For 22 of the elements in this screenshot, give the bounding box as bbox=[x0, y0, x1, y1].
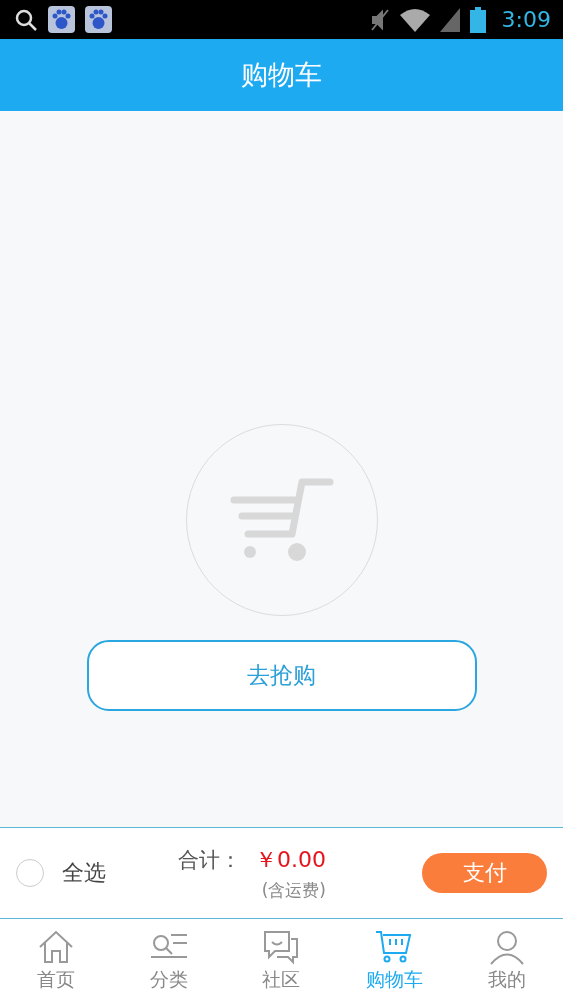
select-all-label: 全选 bbox=[62, 859, 106, 887]
nav-tab[interactable]: 首页 bbox=[0, 919, 113, 1002]
paw-app-icon bbox=[48, 6, 75, 33]
nav-tab[interactable]: 分类 bbox=[112, 919, 226, 1002]
nav-tab[interactable]: 社区 bbox=[225, 919, 338, 1002]
select-all-radio[interactable] bbox=[16, 859, 44, 887]
wifi-icon bbox=[399, 7, 430, 32]
nav-tab[interactable]: 购物车 bbox=[337, 919, 451, 1002]
cart-icon bbox=[229, 478, 334, 562]
paw-app-icon bbox=[85, 6, 112, 33]
signal-icon bbox=[439, 7, 460, 32]
search-icon bbox=[14, 7, 38, 32]
pay-button[interactable]: 支付 bbox=[422, 853, 547, 893]
go-shopping-button[interactable]: 去抢购 bbox=[86, 640, 477, 711]
shipping-note: (含运费) bbox=[261, 878, 326, 902]
nav-tab[interactable]: 我的 bbox=[450, 919, 563, 1002]
muted-speaker-icon bbox=[369, 7, 390, 32]
clock-time: 3:09 bbox=[501, 7, 551, 32]
page-title: 购物车 bbox=[241, 58, 322, 92]
total-price: ￥0.00 bbox=[255, 845, 326, 874]
total-label: 合计： bbox=[178, 846, 241, 874]
battery-icon bbox=[469, 6, 486, 33]
